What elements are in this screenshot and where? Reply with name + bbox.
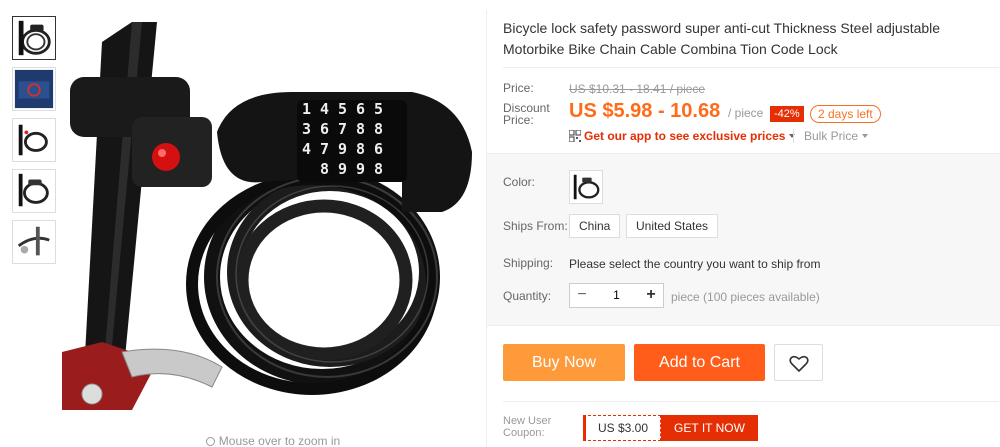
svg-text:4: 4 <box>320 100 329 118</box>
svg-text:7: 7 <box>320 140 329 158</box>
app-promo-text: Get our app to see exclusive prices <box>584 129 786 143</box>
svg-text:3: 3 <box>302 120 311 138</box>
thumbnail-lock-bracket[interactable] <box>12 220 56 264</box>
svg-text:9: 9 <box>338 160 347 178</box>
shipping-label: Shipping: <box>503 256 554 270</box>
thumbnail-lock-on-bike[interactable] <box>12 118 56 162</box>
original-price: US $10.31 - 18.41 / piece <box>569 82 706 96</box>
color-label: Color: <box>503 175 536 189</box>
heart-icon <box>789 355 809 372</box>
shipping-message: Please select the country you want to sh… <box>569 257 821 271</box>
discount-percent-badge: -42% <box>770 106 804 122</box>
discount-price-label: Discount Price: <box>503 101 550 127</box>
svg-text:6: 6 <box>320 120 329 138</box>
svg-text:9: 9 <box>338 140 347 158</box>
svg-text:8: 8 <box>356 120 365 138</box>
bulk-price-label: Bulk Price <box>804 129 859 143</box>
get-coupon-button[interactable]: GET IT NOW <box>661 415 758 441</box>
svg-text:8: 8 <box>356 140 365 158</box>
svg-text:5: 5 <box>374 100 383 118</box>
product-main-image[interactable]: 14565 36788 47986 8998 <box>62 22 484 410</box>
bulk-price-dropdown[interactable]: Bulk Price <box>793 129 869 143</box>
quantity-stepper: − + <box>569 283 664 308</box>
days-left-badge: 2 days left <box>810 105 881 123</box>
coupon-amount: US $3.00 <box>583 415 662 441</box>
buy-now-button[interactable]: Buy Now <box>503 344 625 381</box>
coupon-label: New User Coupon: <box>503 415 552 439</box>
chevron-down-icon <box>862 134 869 138</box>
svg-text:6: 6 <box>356 100 365 118</box>
svg-text:8: 8 <box>374 160 383 178</box>
thumbnail-coiled-lock[interactable] <box>12 16 56 60</box>
zoom-hint: Mouse over to zoom in <box>62 434 484 447</box>
quantity-increase-button[interactable]: + <box>639 284 663 307</box>
divider <box>503 67 999 68</box>
svg-text:6: 6 <box>374 140 383 158</box>
zoom-hint-text: Mouse over to zoom in <box>218 434 341 447</box>
quantity-decrease-button[interactable]: − <box>570 284 594 307</box>
svg-text:1: 1 <box>302 100 311 118</box>
svg-text:9: 9 <box>356 160 365 178</box>
quantity-label: Quantity: <box>503 289 552 303</box>
wishlist-button[interactable] <box>774 344 823 381</box>
price-label: Price: <box>503 81 534 95</box>
ships-from-label: Ships From: <box>503 219 568 233</box>
product-page: 14565 36788 47986 8998 Mouse over to zoo… <box>0 0 1000 447</box>
add-to-cart-button[interactable]: Add to Cart <box>634 344 765 381</box>
color-option-swatch[interactable] <box>569 170 603 204</box>
per-unit-label: / piece <box>728 106 764 120</box>
product-title: Bicycle lock safety password super anti-… <box>503 20 941 57</box>
new-user-coupon: US $3.00 GET IT NOW <box>583 415 758 441</box>
divider <box>503 401 999 402</box>
product-detail-panel: Bicycle lock safety password super anti-… <box>486 10 1000 447</box>
discount-price: US $5.98 - 10.68 <box>569 100 721 122</box>
thumbnail-list <box>12 16 56 271</box>
thumbnail-lock-closeup[interactable] <box>12 169 56 213</box>
app-promo-link[interactable]: Get our app to see exclusive prices <box>569 129 796 143</box>
quantity-input[interactable] <box>594 284 639 307</box>
svg-text:8: 8 <box>320 160 329 178</box>
thumbnail-boxed-lock[interactable] <box>12 67 56 111</box>
svg-text:5: 5 <box>338 100 347 118</box>
svg-text:8: 8 <box>374 120 383 138</box>
quantity-available: piece (100 pieces available) <box>671 290 820 304</box>
svg-text:4: 4 <box>302 140 311 158</box>
qr-code-icon <box>569 130 581 142</box>
ships-from-option-china[interactable]: China <box>569 214 621 238</box>
magnifier-icon <box>205 437 215 446</box>
svg-text:7: 7 <box>338 120 347 138</box>
ships-from-option-united-states[interactable]: United States <box>626 214 719 238</box>
